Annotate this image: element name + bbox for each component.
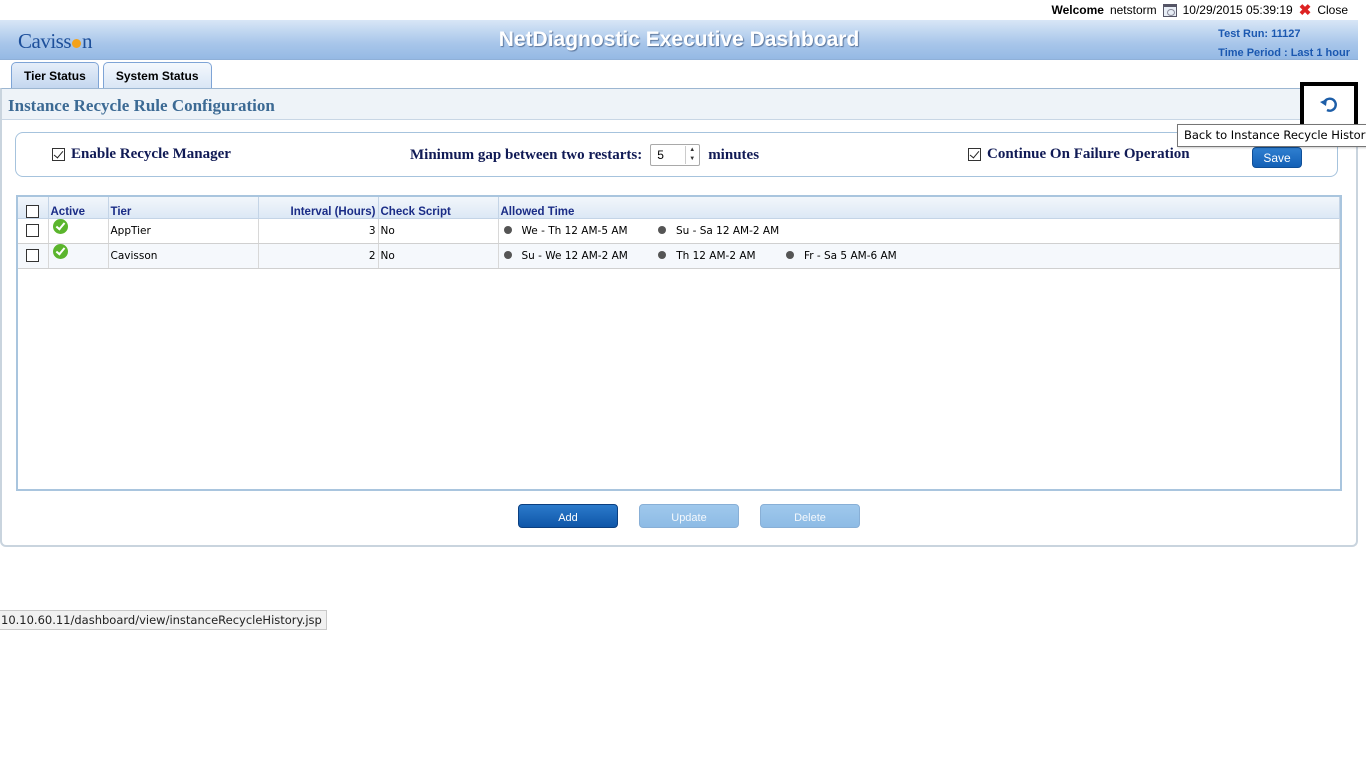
cell-interval: 2	[258, 243, 379, 269]
select-all-header	[18, 197, 49, 219]
app-title: NetDiagnostic Executive Dashboard	[498, 28, 860, 51]
recycle-rules-table: Active Tier Interval (Hours) Check Scrip…	[18, 197, 1340, 269]
table-row[interactable]: AppTier 3 No We - Th 12 AM-5 AM Su - Sa …	[18, 218, 1340, 244]
close-icon[interactable]: ✖	[1299, 3, 1312, 18]
stepper-up-icon[interactable]: ▲	[686, 146, 698, 155]
status-url: 10.10.60.11/dashboard/view/instanceRecyc…	[0, 610, 327, 630]
cell-check-script: No	[378, 243, 499, 269]
update-button[interactable]: Update	[639, 504, 739, 528]
bullet-icon	[503, 225, 512, 234]
allowed-slot: Fr - Sa 5 AM-6 AM	[785, 250, 897, 262]
test-info: Test Run: 11127 Time Period : Last 1 hou…	[1218, 25, 1350, 63]
col-active[interactable]: Active	[48, 197, 109, 219]
min-gap-value: 5	[657, 148, 664, 162]
enable-recycle-checkbox[interactable]	[52, 148, 65, 161]
min-gap-row: Minimum gap between two restarts: 5 ▲ ▼ …	[410, 144, 759, 166]
min-gap-stepper[interactable]: 5 ▲ ▼	[650, 144, 701, 166]
col-interval[interactable]: Interval (Hours)	[258, 197, 379, 219]
allowed-slot: Th 12 AM-2 AM	[658, 250, 756, 262]
back-to-history-button[interactable]	[1300, 82, 1358, 128]
main-panel: Instance Recycle Rule Configuration Enab…	[0, 82, 1358, 547]
tab-bar: Tier Status System Status	[11, 62, 212, 88]
table-row[interactable]: Cavisson 2 No Su - We 12 AM-2 AM Th 12 A…	[18, 243, 1340, 269]
panel-title-bar: Instance Recycle Rule Configuration	[2, 82, 1358, 128]
undo-arrow-icon	[1320, 97, 1337, 112]
back-tooltip: Back to Instance Recycle History	[1177, 124, 1366, 147]
bullet-icon	[657, 225, 666, 234]
bullet-icon	[658, 250, 667, 259]
allowed-slot: Su - We 12 AM-2 AM	[503, 250, 628, 262]
continue-failure-label: Continue On Failure Operation	[987, 146, 1190, 162]
row-checkbox[interactable]	[26, 224, 40, 237]
welcome-label: Welcome	[1051, 3, 1104, 17]
continue-failure-checkbox[interactable]	[968, 148, 981, 161]
col-allowed-time[interactable]: Allowed Time	[498, 197, 1340, 219]
cell-interval: 3	[258, 218, 379, 244]
active-check-icon	[52, 218, 68, 234]
delete-button[interactable]: Delete	[760, 504, 860, 528]
time-period: Time Period : Last 1 hour	[1218, 47, 1350, 59]
tab-system-status[interactable]: System Status	[102, 62, 212, 88]
calendar-icon	[1162, 3, 1177, 17]
allowed-slot: Su - Sa 12 AM-2 AM	[657, 225, 779, 237]
select-all-checkbox[interactable]	[26, 204, 40, 218]
test-run: Test Run: 11127	[1218, 28, 1301, 40]
enable-recycle-label: Enable Recycle Manager	[71, 146, 231, 162]
stepper-down-icon[interactable]: ▼	[686, 155, 698, 164]
tab-tier-status[interactable]: Tier Status	[11, 62, 99, 88]
col-tier[interactable]: Tier	[108, 197, 259, 219]
recycle-rules-table-box: Active Tier Interval (Hours) Check Scrip…	[16, 195, 1342, 491]
continue-failure-row: Continue On Failure Operation	[968, 146, 1190, 163]
cell-check-script: No	[378, 218, 499, 244]
row-checkbox[interactable]	[26, 249, 40, 262]
active-check-icon	[52, 243, 68, 259]
cell-allowed-time: Su - We 12 AM-2 AM Th 12 AM-2 AM Fr - Sa…	[498, 243, 1340, 269]
min-gap-unit: minutes	[708, 146, 760, 163]
bullet-icon	[503, 250, 512, 259]
save-button[interactable]: Save	[1252, 147, 1302, 168]
cell-tier: Cavisson	[108, 243, 259, 269]
bullet-icon	[785, 250, 794, 259]
datetime: 10/29/2015 05:39:19	[1182, 3, 1293, 17]
app-header: Caviss n NetDiagnostic Executive Dashboar…	[0, 20, 1358, 60]
col-check-script[interactable]: Check Script	[378, 197, 499, 219]
username: netstorm	[1109, 3, 1157, 17]
user-bar: Welcome netstorm 10/29/2015 05:39:19 ✖ C…	[1051, 0, 1348, 20]
enable-recycle-row: Enable Recycle Manager	[52, 146, 231, 163]
page-title: Instance Recycle Rule Configuration	[8, 96, 275, 115]
cell-tier: AppTier	[108, 218, 259, 244]
recycle-settings-box: Enable Recycle Manager Minimum gap betwe…	[15, 132, 1338, 177]
add-button[interactable]: Add	[518, 504, 618, 528]
min-gap-label: Minimum gap between two restarts:	[410, 146, 643, 163]
cell-allowed-time: We - Th 12 AM-5 AM Su - Sa 12 AM-2 AM	[498, 218, 1340, 244]
close-link[interactable]: Close	[1317, 3, 1348, 17]
allowed-slot: We - Th 12 AM-5 AM	[503, 225, 628, 237]
